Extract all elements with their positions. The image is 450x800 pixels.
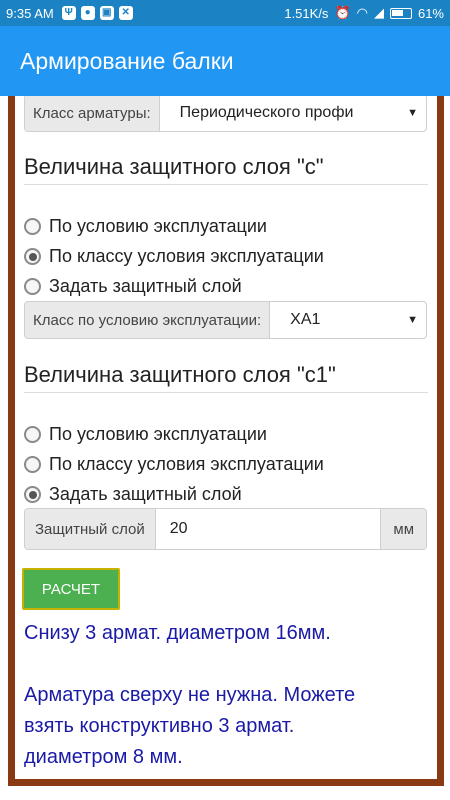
store-icon: ✕ xyxy=(118,6,133,20)
radio-c-operation[interactable]: По условию эксплуатации xyxy=(24,216,267,237)
usb-icon: Ψ xyxy=(61,6,76,20)
radio-c-manual-label: Задать защитный слой xyxy=(49,276,242,296)
operation-class-label: Класс по условию эксплуатации: xyxy=(25,302,271,338)
protective-layer-row: Защитный слой 20 мм xyxy=(24,508,427,550)
radio-c1-manual-circle[interactable] xyxy=(24,486,41,503)
rebar-class-label: Класс арматуры: xyxy=(25,96,160,131)
gallery-icon: ▣ xyxy=(99,6,114,20)
radio-c1-operation[interactable]: По условию эксплуатации xyxy=(24,424,267,445)
radio-c-class-label: По классу условия эксплуатации xyxy=(49,246,324,266)
protective-layer-label: Защитный слой xyxy=(25,509,156,549)
section-c1-divider xyxy=(24,392,428,393)
result-top-line-1: Арматура сверху не нужна. Можете xyxy=(24,684,356,706)
radio-c-operation-label: По условию эксплуатации xyxy=(49,216,267,236)
content-frame: Класс арматуры: Периодического профи ▼ В… xyxy=(0,96,450,800)
protective-layer-input[interactable]: 20 xyxy=(156,509,381,549)
frame-border-bottom xyxy=(8,779,444,786)
section-c-title: Величина защитного слоя "c" xyxy=(24,154,324,179)
dropdown-arrow-icon: ▼ xyxy=(407,107,418,119)
result-top-line-3: диаметром 8 мм. xyxy=(24,746,183,768)
rebar-class-select[interactable]: Класс арматуры: Периодического профи ▼ xyxy=(24,96,427,132)
section-c1-title: Величина защитного слоя "c1" xyxy=(24,362,336,387)
radio-c1-operation-circle[interactable] xyxy=(24,426,41,443)
rebar-class-value[interactable]: Периодического профи ▼ xyxy=(160,96,426,131)
result-bottom: Снизу 3 армат. диаметром 16мм. xyxy=(24,622,331,644)
frame-border-right xyxy=(437,96,444,786)
frame-border-left xyxy=(8,96,15,786)
result-top-line-2: взять конструктивно 3 армат. xyxy=(24,715,295,737)
app-bar: Армирование балки xyxy=(0,26,450,96)
radio-c-class-circle[interactable] xyxy=(24,248,41,265)
radio-c1-manual-label: Задать защитный слой xyxy=(49,484,242,504)
app-title: Армирование балки xyxy=(20,47,234,74)
wifi-icon: ◠ xyxy=(356,5,368,20)
status-right: 1.51K/s ⏰ ◠ ◢ 61% xyxy=(284,5,444,21)
protective-layer-unit: мм xyxy=(380,509,426,549)
app-icon: ● xyxy=(80,6,95,20)
radio-c1-operation-label: По условию эксплуатации xyxy=(49,424,267,444)
calculate-button[interactable]: РАСЧЕТ xyxy=(22,568,120,610)
section-c-divider xyxy=(24,184,428,185)
radio-c1-manual[interactable]: Задать защитный слой xyxy=(24,484,242,505)
rebar-class-value-text: Периодического профи xyxy=(179,104,354,121)
alarm-icon: ⏰ xyxy=(334,5,351,20)
signal-icon: ◢ xyxy=(373,5,384,20)
operation-class-select[interactable]: Класс по условию эксплуатации: XA1 ▼ xyxy=(24,301,427,339)
radio-c-class[interactable]: По классу условия эксплуатации xyxy=(24,246,324,267)
status-time: 9:35 AM xyxy=(6,5,54,21)
radio-c1-class-circle[interactable] xyxy=(24,456,41,473)
radio-c-manual-circle[interactable] xyxy=(24,278,41,295)
radio-c1-class[interactable]: По классу условия эксплуатации xyxy=(24,454,324,475)
radio-c-operation-circle[interactable] xyxy=(24,218,41,235)
radio-c1-class-label: По классу условия эксплуатации xyxy=(49,454,324,474)
dropdown-arrow-icon: ▼ xyxy=(407,314,418,326)
battery-level: 61% xyxy=(417,5,444,21)
network-speed: 1.51K/s xyxy=(284,5,329,21)
operation-class-value-text: XA1 xyxy=(290,311,321,328)
operation-class-value[interactable]: XA1 ▼ xyxy=(270,302,426,338)
radio-c-manual[interactable]: Задать защитный слой xyxy=(24,276,242,297)
battery-icon xyxy=(389,7,412,19)
status-bar: 9:35 AM Ψ ● ▣ ✕ 1.51K/s ⏰ ◠ ◢ 61% xyxy=(0,0,450,26)
